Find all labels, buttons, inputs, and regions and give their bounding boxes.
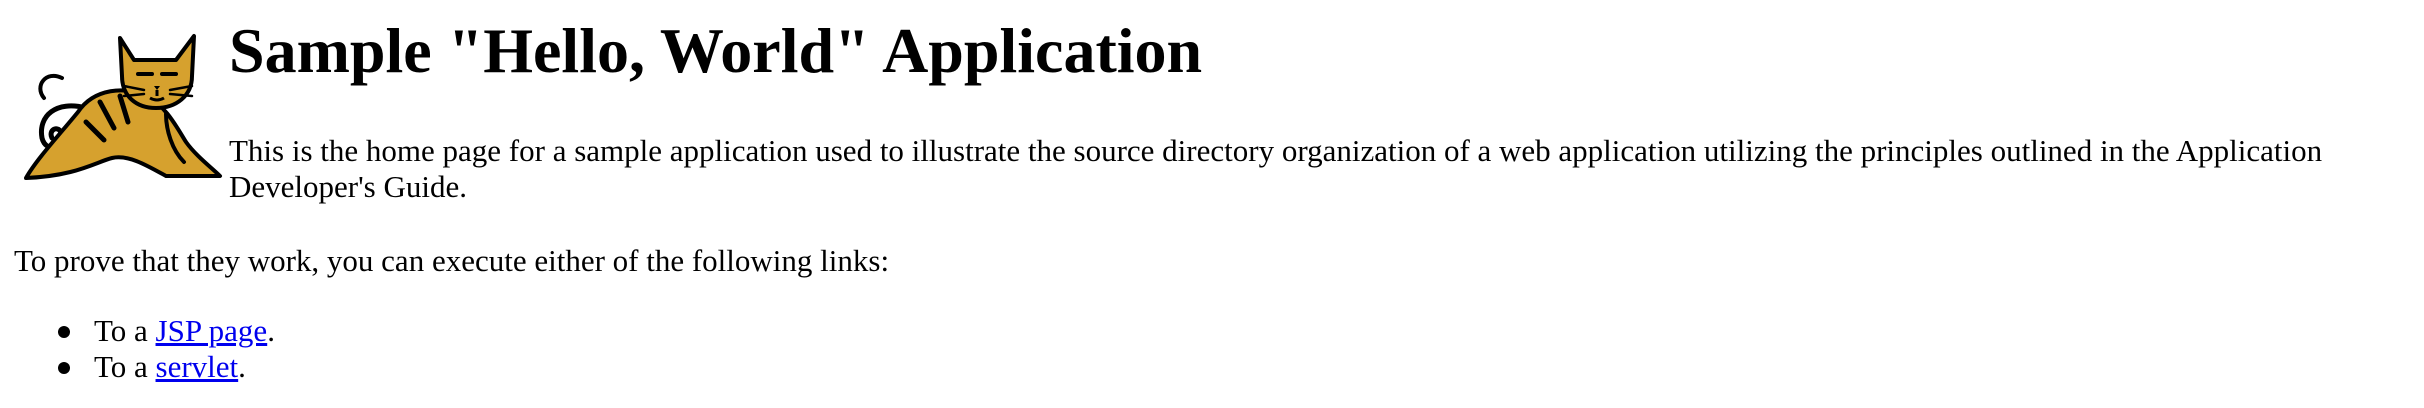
prove-paragraph: To prove that they work, you can execute… bbox=[14, 243, 890, 278]
servlet-link[interactable]: servlet bbox=[156, 349, 239, 384]
list-item-jsp: To a JSP page. bbox=[58, 313, 275, 349]
list-item-suffix: . bbox=[267, 313, 275, 348]
list-item-prefix: To a bbox=[94, 349, 156, 384]
list-item-prefix: To a bbox=[94, 313, 156, 348]
page-title: Sample "Hello, World" Application bbox=[229, 15, 1203, 86]
link-list: To a JSP page. To a servlet. bbox=[58, 313, 275, 385]
intro-paragraph: This is the home page for a sample appli… bbox=[229, 133, 2323, 204]
jsp-page-link[interactable]: JSP page bbox=[156, 313, 268, 348]
bullet-icon bbox=[58, 326, 70, 338]
list-item-servlet: To a servlet. bbox=[58, 349, 275, 385]
tomcat-logo-icon bbox=[24, 34, 222, 180]
list-item-suffix: . bbox=[238, 349, 246, 384]
bullet-icon bbox=[58, 362, 70, 374]
